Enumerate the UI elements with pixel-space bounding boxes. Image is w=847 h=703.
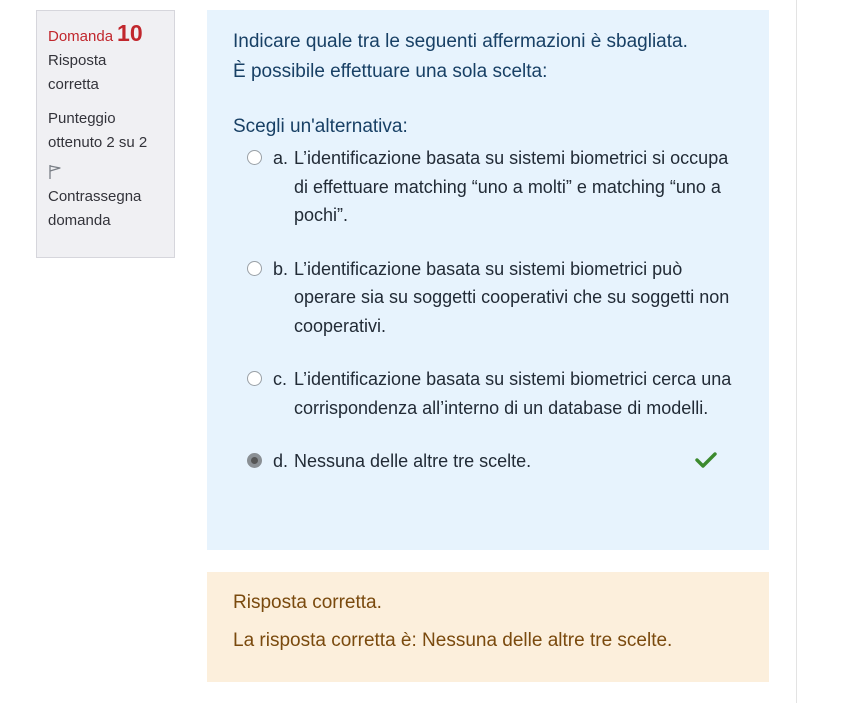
answer-option-c[interactable]: c. L’identificazione basata su sistemi b… <box>233 365 743 422</box>
question-number-heading: Domanda 10 <box>48 21 164 49</box>
answer-option-d[interactable]: d. Nessuna delle altre tre scelte. <box>233 447 743 476</box>
question-content: Indicare quale tra le seguenti affermazi… <box>207 10 769 550</box>
page-divider <box>796 0 797 703</box>
answer-option-a[interactable]: a. L’identificazione basata su sistemi b… <box>233 144 743 230</box>
answer-option-b[interactable]: b. L’identificazione basata su sistemi b… <box>233 255 743 341</box>
question-text-line-1: Indicare quale tra le seguenti affermazi… <box>233 31 688 52</box>
correct-answer-text: La risposta corretta è: Nessuna delle al… <box>233 630 673 651</box>
radio-button[interactable] <box>247 150 262 165</box>
option-text: L’identificazione basata su sistemi biom… <box>294 369 732 418</box>
flag-label-line-2[interactable]: domanda <box>48 209 164 233</box>
checkmark-icon <box>695 449 717 468</box>
question-number: 10 <box>117 20 143 46</box>
state-line-1: Risposta <box>48 52 107 69</box>
option-letter: d. <box>273 451 289 471</box>
question-label: Domanda <box>48 28 114 45</box>
option-text: L’identificazione basata su sistemi biom… <box>294 148 729 225</box>
option-letter: a. <box>273 148 289 168</box>
option-letter: c. <box>273 369 288 389</box>
state-line-2: corretta <box>48 76 99 93</box>
grade-line-2: ottenuto 2 su 2 <box>48 134 148 151</box>
option-text: L’identificazione basata su sistemi biom… <box>294 258 730 336</box>
flag-question-toggle[interactable] <box>48 159 164 185</box>
feedback-status: Risposta corretta. <box>233 592 382 613</box>
answer-prompt: Scegli un'alternativa: <box>233 116 408 137</box>
option-letter: b. <box>273 258 289 279</box>
feedback-panel: Risposta corretta. La risposta corretta … <box>207 572 769 682</box>
flag-outline-icon[interactable] <box>48 164 62 180</box>
option-text: Nessuna delle altre tre scelte. <box>294 451 532 471</box>
question-info-panel: Domanda 10 Risposta corretta Punteggio o… <box>36 10 175 258</box>
answer-options: a. L’identificazione basata su sistemi b… <box>233 144 743 476</box>
radio-button-selected[interactable] <box>247 453 262 468</box>
radio-button[interactable] <box>247 371 262 386</box>
radio-button[interactable] <box>247 260 262 276</box>
flag-label-line-1[interactable]: Contrassegna <box>48 185 164 209</box>
question-text-line-2: È possibile effettuare una sola scelta: <box>233 61 548 82</box>
grade-line-1: Punteggio <box>48 110 116 127</box>
